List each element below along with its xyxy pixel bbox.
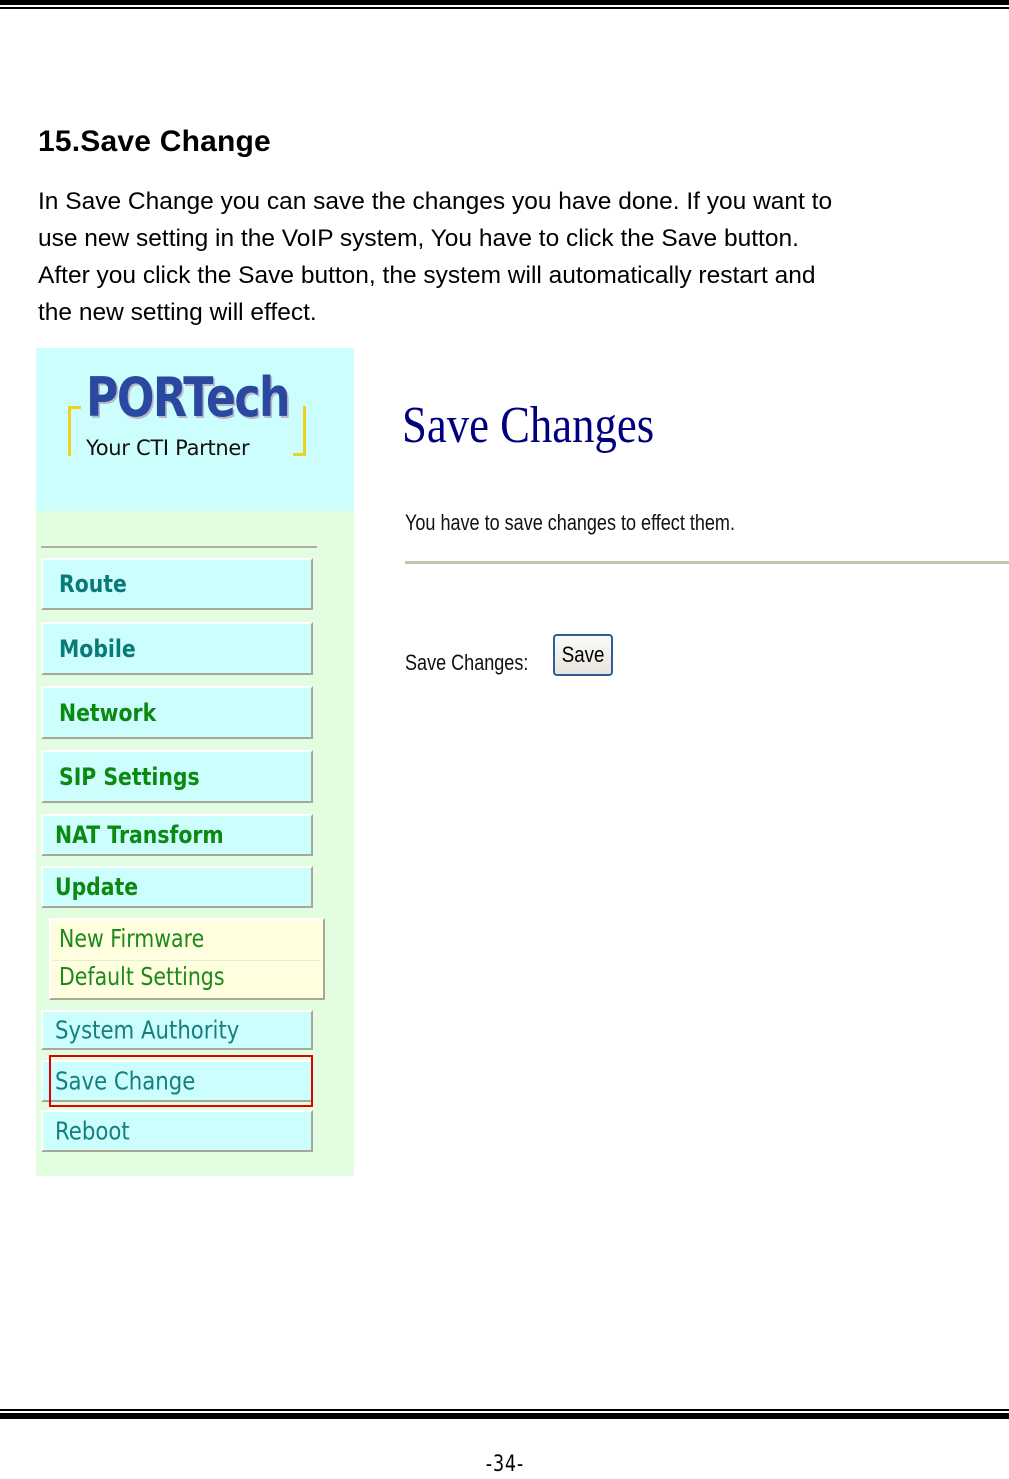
main-description: You have to save changes to effect them. <box>405 510 735 535</box>
update-submenu: New Firmware Default Settings <box>49 918 325 1000</box>
footer-rule-thin <box>0 1409 1009 1411</box>
sidebar-item-nat-transform[interactable]: NAT Transform <box>41 814 313 856</box>
intro-line: the new setting will effect. <box>38 299 317 326</box>
logo-tagline: Your CTI Partner <box>86 436 250 460</box>
submenu-item-new-firmware[interactable]: New Firmware <box>59 924 204 953</box>
sidebar-item-label: Update <box>55 873 139 901</box>
sidebar-item-label: Mobile <box>59 634 136 663</box>
section-title: 15.Save Change <box>38 125 271 158</box>
intro-line: After you click the Save button, the sys… <box>38 262 816 289</box>
submenu-divider <box>53 960 321 961</box>
save-changes-label: Save Changes: <box>405 650 529 675</box>
sidebar-item-label: SIP Settings <box>59 762 200 791</box>
intro-paragraph: In Save Change you can save the changes … <box>38 183 988 331</box>
sidebar-item-label: Network <box>59 698 157 727</box>
nav-divider <box>41 546 317 548</box>
sidebar-item-sip-settings[interactable]: SIP Settings <box>41 750 313 803</box>
sidebar-item-network[interactable]: Network <box>41 686 313 739</box>
intro-line: use new setting in the VoIP system, You … <box>38 225 799 252</box>
sidebar-item-label: NAT Transform <box>55 821 224 849</box>
sidebar-item-label: Reboot <box>55 1116 130 1146</box>
header-rule-thick <box>0 0 1009 5</box>
sidebar-item-update[interactable]: Update <box>41 866 313 908</box>
sidebar-item-route[interactable]: Route <box>41 558 313 610</box>
sidebar-item-mobile[interactable]: Mobile <box>41 622 313 675</box>
page-number-text: -34- <box>485 1452 524 1477</box>
main-divider <box>405 561 1009 564</box>
sidebar-item-reboot[interactable]: Reboot <box>41 1110 313 1152</box>
save-button[interactable]: Save <box>553 634 613 676</box>
save-button-label: Save <box>561 642 605 667</box>
submenu-item-default-settings[interactable]: Default Settings <box>59 962 225 991</box>
sidebar-item-system-authority[interactable]: System Authority <box>41 1010 313 1050</box>
logo-brand: PORTech <box>86 366 291 429</box>
sidebar-item-label: System Authority <box>55 1015 240 1045</box>
intro-line: In Save Change you can save the changes … <box>38 188 833 215</box>
logo-area: PORTech Your CTI Partner <box>36 348 354 511</box>
sidebar: PORTech Your CTI Partner Route Mobile Ne… <box>36 348 354 1176</box>
header-rule-thin <box>0 7 1009 9</box>
highlight-annotation-box <box>49 1055 313 1107</box>
web-ui-screenshot: PORTech Your CTI Partner Route Mobile Ne… <box>36 348 1009 1176</box>
sidebar-item-label: Route <box>59 570 127 598</box>
page-number: -34- <box>0 1452 1009 1477</box>
main-title: Save Changes <box>402 397 655 454</box>
footer-rule-thick <box>0 1413 1009 1419</box>
